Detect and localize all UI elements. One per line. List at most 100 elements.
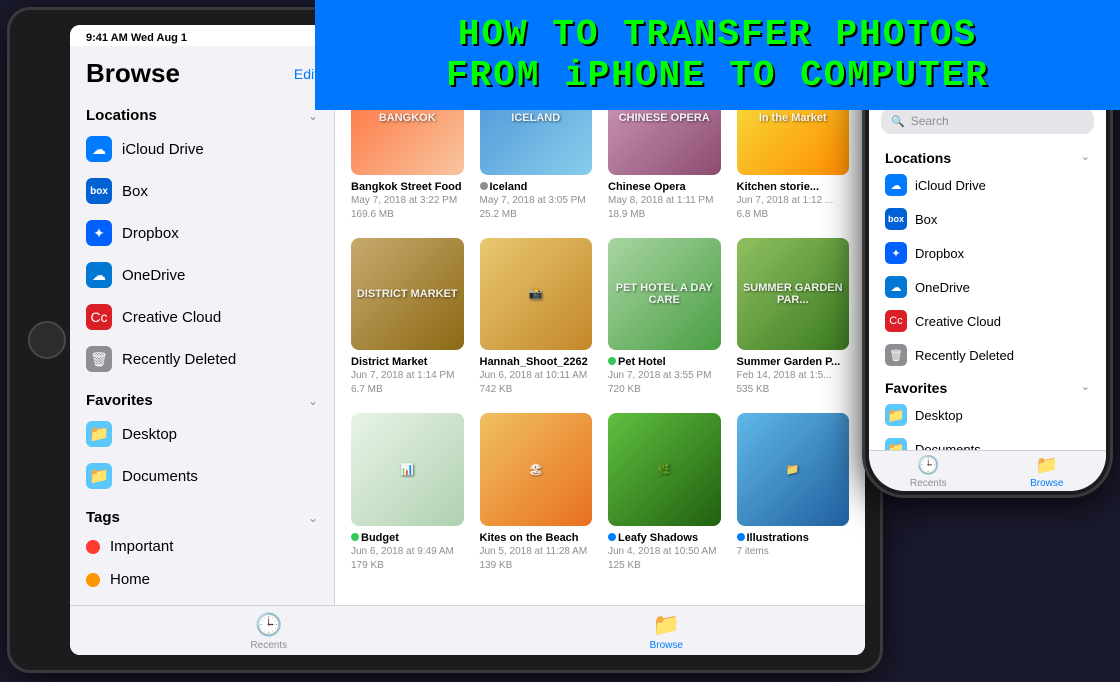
iphone-browse-label: Browse	[1030, 478, 1063, 489]
iphone-recently-deleted-label: Recently Deleted	[915, 348, 1014, 363]
district-filename: District Market	[351, 356, 464, 368]
sidebar-header: Browse Edit	[70, 46, 334, 95]
iphone-tab-recents[interactable]: 🕒 Recents	[869, 455, 988, 489]
leafy-meta: Jun 4, 2018 at 10:50 AM125 KB	[608, 545, 721, 573]
leafy-thumb-label: 🌿	[608, 413, 721, 526]
iphone-documents-icon: 📁	[885, 438, 907, 450]
budget-thumb-label: 📊	[351, 413, 464, 526]
iphone-search-icon: 🔍	[891, 115, 905, 128]
recents-tab-icon: 🕒	[255, 612, 282, 638]
sidebar-item-icloud[interactable]: ☁ iCloud Drive	[70, 128, 334, 170]
summer-filename: Summer Garden P...	[737, 356, 850, 368]
iphone-item-onedrive[interactable]: ☁ OneDrive	[869, 270, 1106, 304]
important-tag-dot	[86, 540, 100, 554]
trash-icon: 🗑	[86, 346, 112, 372]
budget-dot	[351, 533, 359, 541]
sidebar-item-documents[interactable]: 📁 Documents	[70, 455, 334, 497]
file-card-hannah[interactable]: 📸 Hannah_Shoot_2262 Jun 6, 2018 at 10:11…	[480, 238, 593, 398]
onedrive-label: OneDrive	[122, 267, 185, 284]
creative-cloud-icon: Cc	[86, 304, 112, 330]
file-thumb-leafy: 🌿	[608, 413, 721, 526]
iphone-search-placeholder: Search	[911, 114, 949, 128]
iphone-item-desktop[interactable]: 📁 Desktop	[869, 398, 1106, 432]
file-card-illustrations[interactable]: 📁 Illustrations 7 items	[737, 413, 850, 573]
file-thumb-summer: SUMMER GARDEN PAR...	[737, 238, 850, 351]
budget-meta: Jun 6, 2018 at 9:49 AM179 KB	[351, 545, 464, 573]
iphone-locations-title: Locations	[885, 150, 951, 166]
sidebar-item-creative-cloud[interactable]: Cc Creative Cloud	[70, 296, 334, 338]
iphone-search-bar[interactable]: 🔍 Search	[881, 108, 1094, 134]
kites-meta: Jun 5, 2018 at 11:28 AM139 KB	[480, 545, 593, 573]
iphone-sidebar-scroll: Locations ⌄ ☁ iCloud Drive box Box ✦ Dro…	[869, 142, 1106, 450]
sidebar-item-home[interactable]: Home	[70, 563, 334, 596]
iphone-onedrive-label: OneDrive	[915, 280, 970, 295]
sidebar-item-dropbox[interactable]: ✦ Dropbox	[70, 212, 334, 254]
iceland-meta: May 7, 2018 at 3:05 PM25.2 MB	[480, 194, 593, 222]
sidebar-item-recently-deleted[interactable]: 🗑 Recently Deleted	[70, 338, 334, 380]
file-thumb-district: DISTRICT MARKET	[351, 238, 464, 351]
browse-tab-label: Browse	[650, 640, 683, 651]
sidebar-item-box[interactable]: box Box	[70, 170, 334, 212]
iphone-trash-icon: 🗑	[885, 344, 907, 366]
iphone-item-cc[interactable]: Cc Creative Cloud	[869, 304, 1106, 338]
ipad-main-content: BANGKOK Bangkok Street Food May 7, 2018 …	[335, 46, 865, 605]
file-card-summer[interactable]: SUMMER GARDEN PAR... Summer Garden P... …	[737, 238, 850, 398]
iphone-item-recently-deleted[interactable]: 🗑 Recently Deleted	[869, 338, 1106, 372]
iphone-item-box[interactable]: box Box	[869, 202, 1106, 236]
illustrations-meta: 7 items	[737, 545, 850, 559]
iphone-favorites-chevron: ⌄	[1081, 380, 1090, 396]
favorites-section-header: Favorites ⌄	[70, 380, 334, 413]
locations-chevron: ⌄	[308, 109, 318, 123]
locations-title: Locations	[86, 107, 157, 124]
sidebar-item-important[interactable]: Important	[70, 530, 334, 563]
desktop-folder-icon: 📁	[86, 421, 112, 447]
iphone-tab-browse[interactable]: 📁 Browse	[988, 455, 1107, 489]
important-label: Important	[110, 538, 173, 555]
banner-line2: FROM iPHONE TO COMPUTER	[446, 55, 989, 96]
tags-title: Tags	[86, 509, 120, 526]
illustrations-dot	[737, 533, 745, 541]
tags-chevron: ⌄	[308, 511, 318, 525]
tutorial-banner: HOW TO TRANSFER PHOTOS FROM iPHONE TO CO…	[315, 0, 1120, 110]
iphone-box-label: Box	[915, 212, 937, 227]
ipad-home-button[interactable]	[28, 321, 66, 359]
iceland-dot	[480, 182, 488, 190]
home-tag-dot	[86, 573, 100, 587]
iphone-documents-label: Documents	[915, 442, 981, 451]
ipad-content: Browse Edit Locations ⌄ ☁ iCloud Drive b…	[70, 46, 865, 605]
documents-folder-icon: 📁	[86, 463, 112, 489]
iphone-item-dropbox[interactable]: ✦ Dropbox	[869, 236, 1106, 270]
file-card-budget[interactable]: 📊 Budget Jun 6, 2018 at 9:49 AM179 KB	[351, 413, 464, 573]
file-card-district[interactable]: DISTRICT MARKET District Market Jun 7, 2…	[351, 238, 464, 398]
iphone-item-icloud[interactable]: ☁ iCloud Drive	[869, 168, 1106, 202]
browse-tab-icon: 📁	[653, 612, 680, 638]
iphone-favorites-title: Favorites	[885, 380, 947, 396]
iphone-dropbox-label: Dropbox	[915, 246, 964, 261]
ipad-sidebar: Browse Edit Locations ⌄ ☁ iCloud Drive b…	[70, 46, 335, 605]
file-card-leafy[interactable]: 🌿 Leafy Shadows Jun 4, 2018 at 10:50 AM1…	[608, 413, 721, 573]
sidebar-item-desktop[interactable]: 📁 Desktop	[70, 413, 334, 455]
iphone-item-documents[interactable]: 📁 Documents	[869, 432, 1106, 450]
file-card-kites[interactable]: 🏖 Kites on the Beach Jun 5, 2018 at 11:2…	[480, 413, 593, 573]
illustrations-thumb-label: 📁	[737, 413, 850, 526]
file-card-pethotel[interactable]: PET HOTEL A DAY CARE Pet Hotel Jun 7, 20…	[608, 238, 721, 398]
iphone-dropbox-icon: ✦	[885, 242, 907, 264]
kitchen-filename: Kitchen storie...	[737, 181, 850, 193]
bangkok-filename: Bangkok Street Food	[351, 181, 464, 193]
hannah-filename: Hannah_Shoot_2262	[480, 356, 593, 368]
tab-recents[interactable]: 🕒 Recents	[70, 612, 468, 651]
box-label: Box	[122, 183, 148, 200]
leafy-filename: Leafy Shadows	[608, 532, 721, 544]
sidebar-item-onedrive[interactable]: ☁ OneDrive	[70, 254, 334, 296]
file-thumb-illustrations: 📁	[737, 413, 850, 526]
tags-section-header: Tags ⌄	[70, 497, 334, 530]
file-thumb-hannah: 📸	[480, 238, 593, 351]
summer-meta: Feb 14, 2018 at 1:5...535 KB	[737, 369, 850, 397]
iphone-tab-bar: 🕒 Recents 📁 Browse	[869, 450, 1106, 491]
budget-filename: Budget	[351, 532, 464, 544]
iphone-box-icon: box	[885, 208, 907, 230]
district-meta: Jun 7, 2018 at 1:14 PM6.7 MB	[351, 369, 464, 397]
sidebar-item-school[interactable]: School	[70, 596, 334, 605]
favorites-chevron: ⌄	[308, 394, 318, 408]
tab-browse[interactable]: 📁 Browse	[468, 612, 866, 651]
